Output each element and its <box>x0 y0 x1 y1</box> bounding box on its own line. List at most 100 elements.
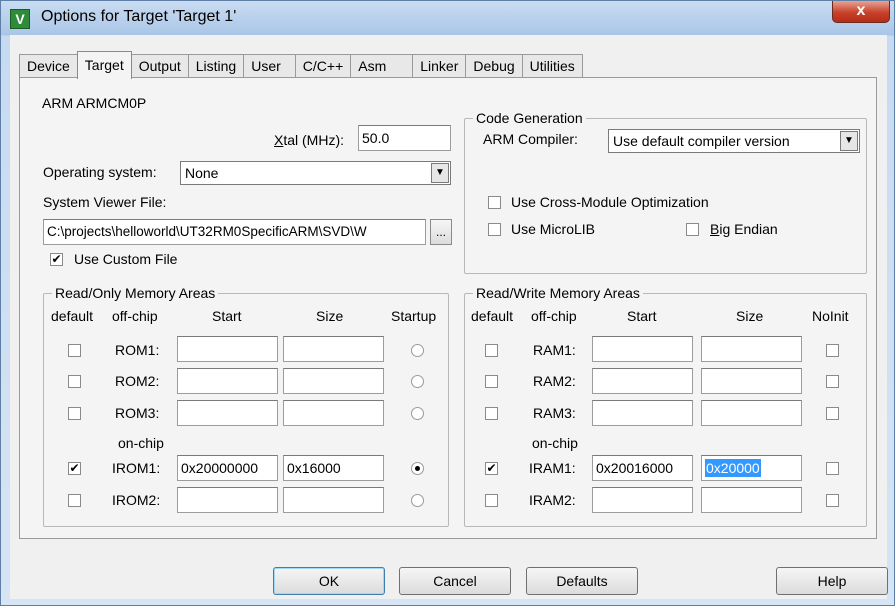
irom1-size-input[interactable]: 0x16000 <box>283 455 384 481</box>
tab-cpp[interactable]: C/C++ <box>294 54 352 79</box>
ram-header-start: Start <box>627 308 657 324</box>
ram3-start-input[interactable] <box>592 400 693 426</box>
irom2-size-input[interactable] <box>283 487 384 513</box>
chevron-down-icon[interactable]: ▼ <box>431 163 449 183</box>
os-select[interactable]: None ▼ <box>180 161 451 185</box>
microlib-checkbox[interactable] <box>488 223 501 236</box>
big-endian-text: ig Endian <box>719 221 778 237</box>
ram2-start-input[interactable] <box>592 368 693 394</box>
rom3-label: ROM3: <box>115 405 160 421</box>
cancel-button[interactable]: Cancel <box>399 567 511 595</box>
cross-module-checkbox[interactable] <box>488 196 501 209</box>
iram2-default-checkbox[interactable] <box>485 494 498 507</box>
iram2-noinit-checkbox[interactable] <box>826 494 839 507</box>
rom3-default-checkbox[interactable] <box>68 407 81 420</box>
keil-app-icon: V <box>10 9 30 29</box>
svd-label: System Viewer File: <box>43 194 167 210</box>
rom2-label: ROM2: <box>115 373 160 389</box>
title-bar[interactable]: V Options for Target 'Target 1' x <box>1 1 894 35</box>
arm-compiler-label: ARM Compiler: <box>483 131 578 147</box>
ram1-label: RAM1: <box>533 342 576 358</box>
rom-header-offchip: off-chip <box>112 308 158 324</box>
irom1-startup-radio[interactable] <box>411 462 424 475</box>
rom2-default-checkbox[interactable] <box>68 375 81 388</box>
rom-header-size: Size <box>316 308 344 324</box>
arm-compiler-select[interactable]: Use default compiler version ▼ <box>608 129 860 153</box>
big-endian-mnemonic: B <box>710 221 720 237</box>
irom2-startup-radio[interactable] <box>411 494 424 507</box>
irom2-label: IROM2: <box>112 492 161 508</box>
rom3-start-input[interactable] <box>177 400 278 426</box>
irom2-start-input[interactable] <box>177 487 278 513</box>
tab-linker[interactable]: Linker <box>412 54 467 79</box>
code-generation-title: Code Generation <box>473 110 586 126</box>
defaults-button[interactable]: Defaults <box>526 567 638 595</box>
ram1-size-input[interactable] <box>701 336 802 362</box>
ram3-default-checkbox[interactable] <box>485 407 498 420</box>
svd-browse-button[interactable]: ... <box>430 219 452 245</box>
iram1-size-input[interactable]: 0x20000 <box>701 455 802 481</box>
cross-module-label: Use Cross-Module Optimization <box>511 194 709 210</box>
iram2-start-input[interactable] <box>592 487 693 513</box>
use-custom-file-checkbox[interactable]: ✔ <box>50 253 63 266</box>
rom3-startup-radio[interactable] <box>411 407 424 420</box>
irom1-start-input[interactable]: 0x20000000 <box>177 455 278 481</box>
ram-header-noinit: NoInit <box>812 308 849 324</box>
ram-header-size: Size <box>736 308 764 324</box>
os-label: Operating system: <box>43 164 157 180</box>
ram3-noinit-checkbox[interactable] <box>826 407 839 420</box>
tab-device[interactable]: Device <box>19 54 78 79</box>
use-custom-file-label: Use Custom File <box>74 251 178 267</box>
rom-header-start: Start <box>212 308 242 324</box>
window-title: Options for Target 'Target 1' <box>41 8 237 25</box>
rom2-size-input[interactable] <box>283 368 384 394</box>
xtal-label-text: tal (MHz): <box>283 132 345 148</box>
rom1-start-input[interactable] <box>177 336 278 362</box>
ram1-noinit-checkbox[interactable] <box>826 344 839 357</box>
tab-target[interactable]: Target <box>76 51 132 79</box>
irom1-default-checkbox[interactable]: ✔ <box>68 462 81 475</box>
ram2-label: RAM2: <box>533 373 576 389</box>
ram1-default-checkbox[interactable] <box>485 344 498 357</box>
iram1-noinit-checkbox[interactable] <box>826 462 839 475</box>
ram1-start-input[interactable] <box>592 336 693 362</box>
help-button[interactable]: Help <box>776 567 888 595</box>
ram3-size-input[interactable] <box>701 400 802 426</box>
ram-onchip-label: on-chip <box>532 435 578 451</box>
big-endian-checkbox[interactable] <box>686 223 699 236</box>
iram2-label: IRAM2: <box>529 492 576 508</box>
ok-button[interactable]: OK <box>273 567 385 595</box>
iram1-start-input[interactable]: 0x20016000 <box>592 455 693 481</box>
rom1-startup-radio[interactable] <box>411 344 424 357</box>
close-button[interactable]: x <box>832 1 890 23</box>
tab-debug[interactable]: Debug <box>465 54 523 79</box>
rom3-size-input[interactable] <box>283 400 384 426</box>
rom1-default-checkbox[interactable] <box>68 344 81 357</box>
xtal-input[interactable]: 50.0 <box>358 125 451 151</box>
rom2-startup-radio[interactable] <box>411 375 424 388</box>
arm-compiler-value: Use default compiler version <box>613 133 790 149</box>
tab-utilities[interactable]: Utilities <box>521 54 583 79</box>
rom2-start-input[interactable] <box>177 368 278 394</box>
ram-header-default: default <box>471 308 514 324</box>
ram2-size-input[interactable] <box>701 368 802 394</box>
iram1-default-checkbox[interactable]: ✔ <box>485 462 498 475</box>
options-dialog: V Options for Target 'Target 1' x Device… <box>0 0 895 606</box>
tab-asm[interactable]: Asm <box>350 54 414 79</box>
svd-file-input[interactable]: C:\projects\helloworld\UT32RM0SpecificAR… <box>43 219 426 245</box>
xtal-label: Xtal (MHz): <box>274 132 344 148</box>
tab-listing[interactable]: Listing <box>187 54 245 79</box>
iram1-label: IRAM1: <box>529 460 576 476</box>
tab-output[interactable]: Output <box>130 54 189 79</box>
irom2-default-checkbox[interactable] <box>68 494 81 507</box>
big-endian-label: Big Endian <box>710 221 778 237</box>
tab-user[interactable]: User <box>243 54 296 79</box>
os-select-value: None <box>185 165 219 181</box>
tab-strip: Device Target Output Listing User C/C++ … <box>19 51 583 79</box>
iram1-size-selected-text: 0x20000 <box>705 459 761 477</box>
rom1-size-input[interactable] <box>283 336 384 362</box>
iram2-size-input[interactable] <box>701 487 802 513</box>
chevron-down-icon[interactable]: ▼ <box>840 131 858 151</box>
ram2-noinit-checkbox[interactable] <box>826 375 839 388</box>
ram2-default-checkbox[interactable] <box>485 375 498 388</box>
